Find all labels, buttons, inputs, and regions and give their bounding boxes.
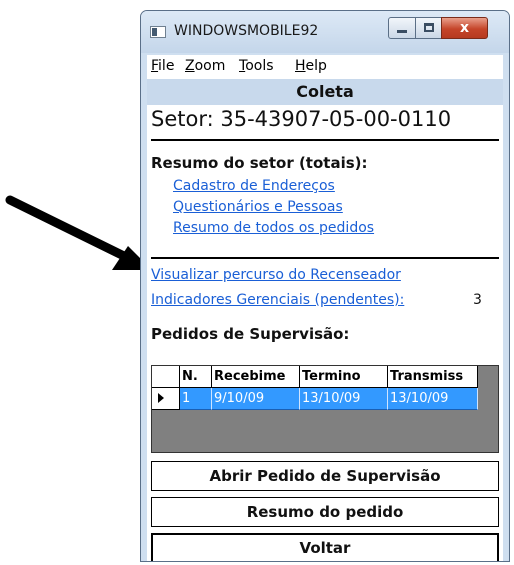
column-header-recebimento[interactable]: Recebime: [212, 366, 300, 388]
title-bar[interactable]: WINDOWSMOBILE92 x: [141, 11, 509, 53]
table-cell-transmissao[interactable]: 13/10/09: [388, 388, 478, 410]
divider: [151, 257, 499, 259]
pedidos-title: Pedidos de Supervisão:: [151, 325, 350, 343]
caption-buttons: x: [388, 17, 498, 39]
voltar-button[interactable]: Voltar: [151, 533, 499, 561]
abrir-pedido-button[interactable]: Abrir Pedido de Supervisão: [151, 461, 499, 491]
current-row-icon: [158, 393, 164, 403]
minimize-icon: [397, 30, 407, 33]
pedidos-grid[interactable]: N. Recebime Termino Transmiss 1 9/10/09 …: [151, 365, 499, 453]
menu-help-label: elp: [305, 58, 327, 74]
setor-label: Setor: 35-43907-05-00-0110: [151, 107, 452, 131]
client-area: Coleta Setor: 35-43907-05-00-0110 Resumo…: [147, 79, 503, 561]
column-header-n[interactable]: N.: [180, 366, 212, 388]
table-cell-termino[interactable]: 13/10/09: [300, 388, 388, 410]
menu-tools[interactable]: Tools: [239, 58, 274, 74]
menu-file[interactable]: File: [151, 58, 174, 74]
column-header-transmissao[interactable]: Transmiss: [388, 366, 478, 388]
divider: [151, 139, 499, 141]
menu-zoom-accel: Z: [185, 58, 195, 74]
minimize-button[interactable]: [388, 17, 416, 39]
link-resumo-pedidos[interactable]: Resumo de todos os pedidos: [173, 220, 374, 236]
link-cadastro-enderecos[interactable]: Cadastro de Endereços: [173, 178, 335, 194]
column-header-termino[interactable]: Termino: [300, 366, 388, 388]
menu-help[interactable]: Help: [295, 58, 327, 74]
grid-header: N. Recebime Termino Transmiss: [152, 366, 498, 388]
close-icon: x: [459, 20, 470, 36]
indicadores-count: 3: [473, 292, 482, 308]
grid-corner: [152, 366, 180, 388]
window-title: WINDOWSMOBILE92: [174, 23, 319, 39]
resumo-title: Resumo do setor (totais):: [151, 154, 368, 172]
link-indicadores-gerenciais[interactable]: Indicadores Gerenciais (pendentes):: [151, 292, 404, 308]
menu-file-accel: F: [151, 58, 159, 74]
table-cell-recebimento[interactable]: 9/10/09: [212, 388, 300, 410]
menu-bar: File Zoom Tools Help: [147, 55, 503, 80]
maximize-icon: [424, 23, 434, 32]
link-visualizar-percurso[interactable]: Visualizar percurso do Recenseador: [151, 267, 401, 283]
resumo-pedido-button[interactable]: Resumo do pedido: [151, 497, 499, 527]
menu-file-label: ile: [158, 58, 175, 74]
app-window-icon[interactable]: [150, 26, 166, 38]
menu-tools-label: ools: [245, 58, 274, 74]
link-questionarios-pessoas[interactable]: Questionários e Pessoas: [173, 199, 343, 215]
menu-zoom-label: oom: [194, 58, 226, 74]
maximize-button[interactable]: [415, 17, 442, 39]
app-window: WINDOWSMOBILE92 x File Zoom Tools Help C…: [140, 10, 510, 562]
row-selector[interactable]: [152, 388, 180, 410]
page-title: Coleta: [147, 79, 503, 105]
menu-zoom[interactable]: Zoom: [185, 58, 225, 74]
close-button[interactable]: x: [441, 17, 488, 39]
table-cell-n[interactable]: 1: [180, 388, 212, 410]
menu-help-accel: H: [295, 58, 306, 74]
